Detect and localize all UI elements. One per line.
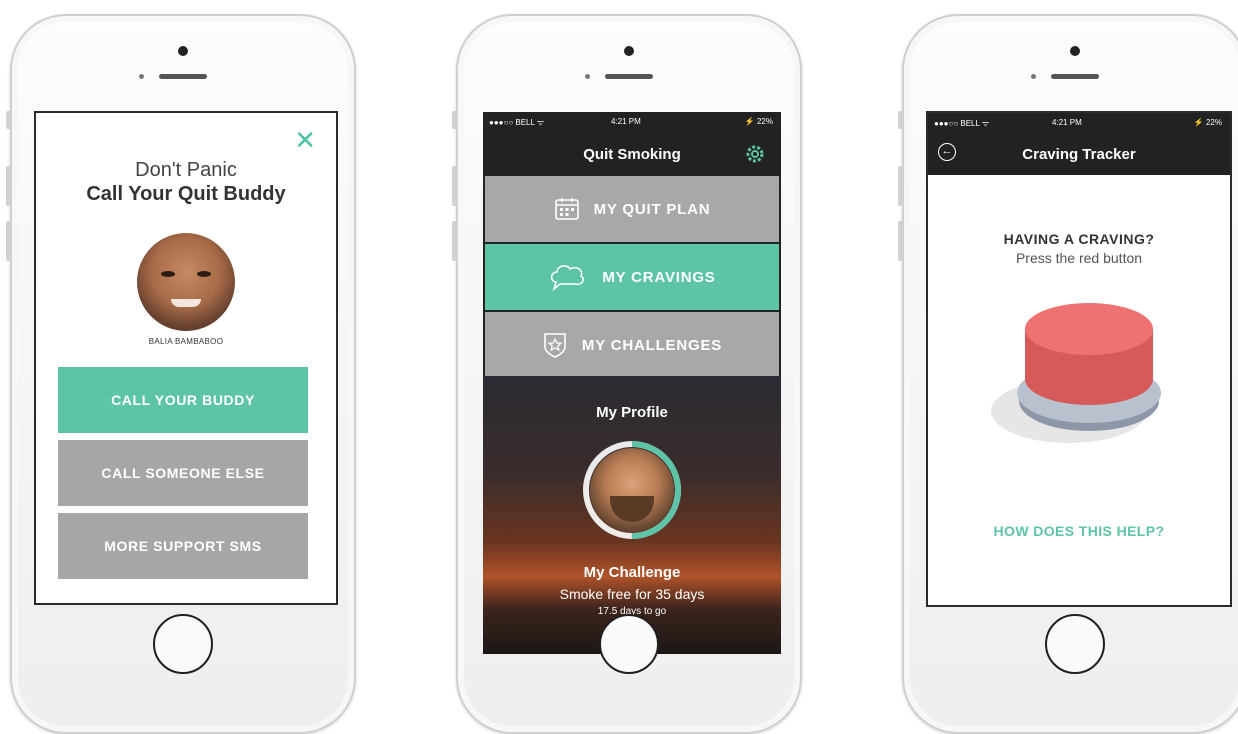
volume-down-button bbox=[898, 221, 903, 261]
front-camera bbox=[178, 46, 188, 56]
avatar-eye bbox=[161, 271, 175, 277]
proximity-sensor bbox=[1031, 74, 1036, 79]
page-title: Craving Tracker bbox=[1022, 146, 1136, 163]
mute-switch bbox=[898, 111, 903, 129]
craving-hint: Press the red button bbox=[1015, 250, 1143, 266]
menu-item-challenges[interactable]: MY CHALLENGES bbox=[485, 312, 779, 378]
buddy-name: BALIA BAMBABOO bbox=[148, 337, 224, 346]
front-camera bbox=[624, 46, 634, 56]
phone-craving-tracker: ●●●○○ BELL ᯤ 4:21 PM ⚡ 22% ← Craving Tra… bbox=[898, 14, 1238, 734]
how-does-this-help-link[interactable]: HOW DOES THIS HELP? bbox=[928, 523, 1230, 539]
mute-switch bbox=[452, 111, 457, 129]
status-time: 4:21 PM bbox=[1052, 118, 1082, 127]
mute-switch bbox=[6, 111, 11, 129]
home-button[interactable] bbox=[153, 614, 213, 674]
carrier-label: ●●●○○ BELL ᯤ bbox=[489, 118, 545, 127]
screen: ✕ Don't Panic Call Your Quit Buddy BALIA… bbox=[34, 111, 338, 605]
volume-down-button bbox=[6, 221, 11, 261]
avatar-beard bbox=[610, 496, 654, 522]
close-icon[interactable]: ✕ bbox=[294, 127, 316, 153]
proximity-sensor bbox=[139, 74, 144, 79]
status-bar: ●●●○○ BELL ᯤ 4:21 PM ⚡ 22% bbox=[928, 113, 1230, 131]
craving-question: HAVING A CRAVING? bbox=[1003, 231, 1155, 247]
menu-item-quit-plan[interactable]: MY QUIT PLAN bbox=[485, 176, 779, 242]
call-someone-else-button[interactable]: CALL SOMEONE ELSE bbox=[58, 440, 308, 506]
proximity-sensor bbox=[585, 74, 590, 79]
status-bar: ●●●○○ BELL ᯤ 4:21 PM ⚡ 22% bbox=[483, 112, 781, 130]
challenge-title: My Challenge bbox=[583, 564, 681, 581]
screen: ●●●○○ BELL ᯤ 4:21 PM ⚡ 22% Quit Smoking … bbox=[483, 112, 781, 654]
volume-up-button bbox=[6, 166, 11, 206]
star-badge-icon bbox=[544, 333, 566, 358]
earpiece-speaker bbox=[159, 74, 207, 79]
call-buddy-button[interactable]: CALL YOUR BUDDY bbox=[58, 367, 308, 433]
avatar-eye bbox=[197, 271, 211, 277]
earpiece-speaker bbox=[1051, 74, 1099, 79]
carrier-label: ●●●○○ BELL ᯤ bbox=[934, 119, 990, 128]
earpiece-speaker bbox=[605, 74, 653, 79]
header-bar: ●●●○○ BELL ᯤ 4:21 PM ⚡ 22% ← Craving Tra… bbox=[928, 113, 1230, 175]
profile-title: My Profile bbox=[596, 404, 668, 421]
speech-bubble-icon bbox=[551, 265, 585, 292]
status-time: 4:21 PM bbox=[611, 117, 641, 126]
page-title: Don't Panic bbox=[135, 159, 237, 181]
battery-label: ⚡ 22% bbox=[1193, 118, 1222, 127]
page-subtitle: Call Your Quit Buddy bbox=[86, 183, 286, 205]
volume-up-button bbox=[452, 166, 457, 206]
menu-item-label: MY CHALLENGES bbox=[581, 336, 723, 354]
menu-item-label: MY QUIT PLAN bbox=[593, 200, 711, 218]
settings-icon[interactable] bbox=[743, 142, 767, 166]
phone-menu: ●●●○○ BELL ᯤ 4:21 PM ⚡ 22% Quit Smoking … bbox=[452, 14, 802, 734]
menu-item-cravings[interactable]: MY CRAVINGS bbox=[485, 244, 779, 310]
front-camera bbox=[1070, 46, 1080, 56]
menu-item-label: MY CRAVINGS bbox=[602, 268, 716, 286]
more-support-sms-button[interactable]: MORE SUPPORT SMS bbox=[58, 513, 308, 579]
battery-label: ⚡ 22% bbox=[744, 117, 773, 126]
red-craving-button[interactable] bbox=[989, 293, 1169, 453]
buddy-avatar bbox=[137, 233, 235, 331]
volume-up-button bbox=[898, 166, 903, 206]
home-button[interactable] bbox=[599, 614, 659, 674]
calendar-icon bbox=[554, 198, 579, 220]
phone-buddy: ✕ Don't Panic Call Your Quit Buddy BALIA… bbox=[6, 14, 356, 734]
screen: ●●●○○ BELL ᯤ 4:21 PM ⚡ 22% ← Craving Tra… bbox=[926, 111, 1232, 607]
challenge-description: Smoke free for 35 days bbox=[559, 586, 705, 602]
profile-avatar-wrap[interactable] bbox=[580, 438, 684, 542]
volume-down-button bbox=[452, 221, 457, 261]
avatar-mouth bbox=[171, 299, 201, 307]
home-button[interactable] bbox=[1045, 614, 1105, 674]
profile-avatar bbox=[590, 448, 674, 532]
app-title: Quit Smoking bbox=[583, 146, 681, 163]
